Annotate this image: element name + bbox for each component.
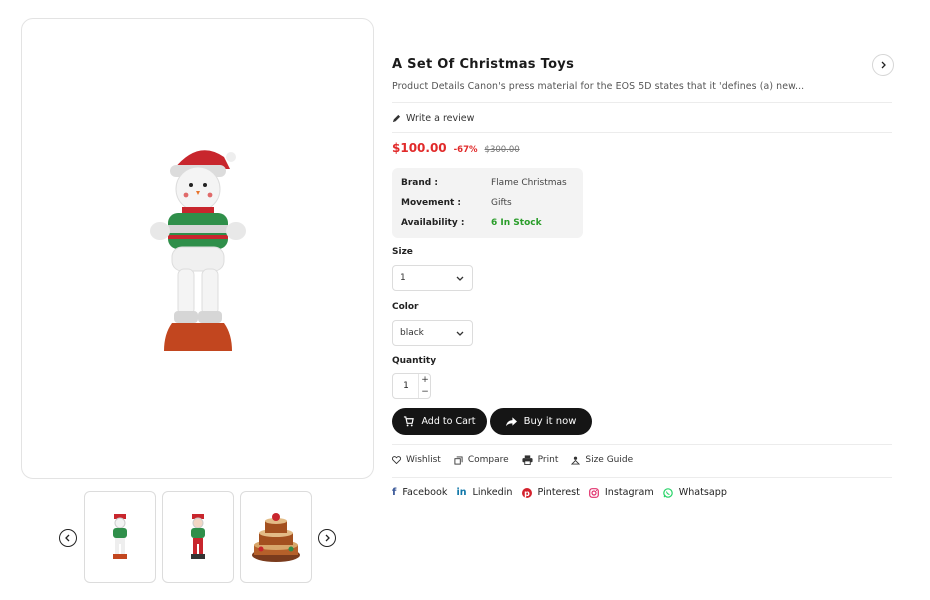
color-select-value: black (400, 328, 424, 338)
whatsapp-link[interactable]: Whatsapp (662, 487, 727, 498)
thumbnail-next-button[interactable] (318, 529, 336, 547)
color-select[interactable]: black (392, 320, 473, 346)
linkedin-link[interactable]: in Linkedin (456, 487, 512, 498)
cake-thumbnail-image (252, 513, 300, 562)
compare-link[interactable]: Compare (454, 455, 509, 465)
divider (392, 132, 892, 133)
size-guide-link[interactable]: Size Guide (571, 455, 633, 465)
brand-label: Brand : (401, 178, 438, 188)
write-review-label: Write a review (406, 113, 475, 124)
add-to-cart-button[interactable]: Add to Cart (392, 408, 487, 435)
linkedin-icon: in (456, 487, 467, 498)
product-info-box: Brand : Flame Christmas Movement : Gifts… (392, 168, 583, 238)
pinterest-link[interactable]: p Pinterest (521, 487, 580, 498)
quantity-increase-button[interactable]: + (419, 374, 431, 386)
social-share-links: f Facebook in Linkedin p Pinterest Insta… (392, 487, 736, 498)
wishlist-label: Wishlist (406, 455, 441, 465)
discount-badge: -67% (453, 145, 478, 155)
wishlist-link[interactable]: Wishlist (392, 455, 441, 465)
divider (392, 477, 892, 478)
product-tools: Wishlist Compare Print Size Guide (392, 455, 646, 465)
linkedin-label: Linkedin (472, 487, 513, 498)
print-link[interactable]: Print (522, 455, 559, 465)
movement-row: Movement : Gifts (401, 198, 512, 208)
size-label: Size (392, 247, 413, 257)
instagram-icon (589, 487, 599, 498)
availability-label: Availability : (401, 218, 465, 228)
instagram-link[interactable]: Instagram (589, 487, 654, 498)
divider (392, 102, 892, 103)
write-review-link[interactable]: Write a review (392, 113, 474, 124)
quantity-input[interactable]: 1 (393, 374, 419, 398)
price-row: $100.00 -67% $300.00 (392, 141, 520, 155)
svg-text:p: p (524, 489, 530, 498)
heart-icon (392, 456, 401, 464)
thumbnail-cake[interactable] (240, 491, 312, 583)
compare-icon (454, 455, 463, 465)
thumbnail-prev-button[interactable] (59, 529, 77, 547)
next-product-button[interactable] (872, 54, 894, 76)
divider (392, 444, 892, 445)
instagram-label: Instagram (604, 487, 654, 498)
cart-icon (404, 416, 415, 427)
product-title: A Set Of Christmas Toys (392, 57, 575, 72)
brand-value: Flame Christmas (491, 178, 567, 188)
brand-row: Brand : Flame Christmas (401, 178, 567, 188)
compare-label: Compare (467, 455, 509, 465)
snowman-toy-image (149, 149, 246, 351)
buy-now-button[interactable]: Buy it now (490, 408, 592, 435)
facebook-label: Facebook (402, 487, 448, 498)
movement-value: Gifts (491, 198, 512, 208)
availability-row: Availability : 6 In Stock (401, 218, 542, 228)
chevron-right-icon (325, 534, 330, 542)
size-guide-label: Size Guide (585, 455, 634, 465)
color-label: Color (392, 302, 419, 312)
main-product-image (21, 18, 374, 479)
chevron-down-icon (456, 331, 464, 336)
printer-icon (522, 455, 533, 465)
size-guide-icon (571, 456, 581, 465)
buy-now-label: Buy it now (523, 416, 577, 427)
chevron-right-icon (881, 61, 886, 69)
quantity-decrease-button[interactable]: − (419, 386, 431, 398)
whatsapp-icon (662, 487, 673, 498)
pencil-icon (392, 114, 401, 123)
product-description: Product Details Canon's press material f… (392, 81, 805, 92)
chevron-left-icon (65, 534, 70, 542)
thumbnail-santa[interactable] (162, 491, 234, 583)
thumbnail-snowman[interactable] (84, 491, 156, 583)
print-label: Print (537, 455, 559, 465)
availability-value: 6 In Stock (491, 218, 542, 228)
old-price: $300.00 (484, 145, 520, 155)
snowman-thumbnail-image (113, 514, 127, 559)
add-to-cart-label: Add to Cart (421, 416, 476, 427)
santa-thumbnail-image (191, 514, 205, 559)
facebook-icon: f (392, 487, 397, 498)
size-select[interactable]: 1 (392, 265, 473, 291)
size-select-value: 1 (400, 273, 406, 283)
pinterest-icon: p (521, 487, 532, 498)
whatsapp-label: Whatsapp (678, 487, 727, 498)
pinterest-label: Pinterest (537, 487, 580, 498)
quantity-stepper: 1 + − (392, 373, 431, 399)
facebook-link[interactable]: f Facebook (392, 487, 447, 498)
chevron-down-icon (456, 276, 464, 281)
current-price: $100.00 (392, 141, 447, 155)
quantity-label: Quantity (392, 356, 437, 366)
movement-label: Movement : (401, 198, 462, 208)
share-arrow-icon (505, 416, 517, 426)
